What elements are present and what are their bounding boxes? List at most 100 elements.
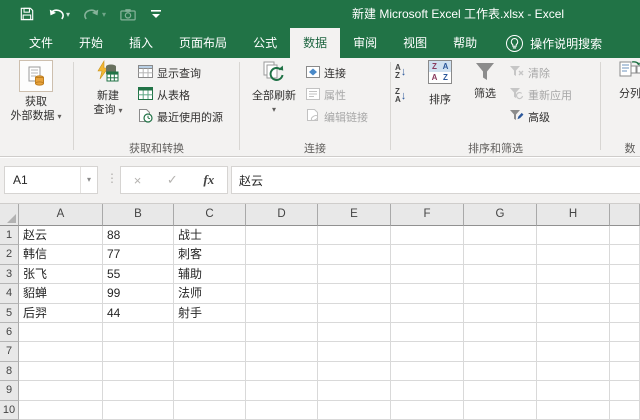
cell-B7[interactable] xyxy=(103,342,174,362)
cell-B2[interactable]: 77 xyxy=(103,245,174,265)
cell-G4[interactable] xyxy=(464,284,537,304)
cell-A8[interactable] xyxy=(19,361,103,382)
cell-H3[interactable] xyxy=(537,264,610,285)
row-header-1[interactable]: 1 xyxy=(0,226,19,246)
tab-help[interactable]: 帮助 xyxy=(440,28,490,58)
cell-D2[interactable] xyxy=(246,245,318,265)
cell-E9[interactable] xyxy=(318,381,391,401)
cell-H6[interactable] xyxy=(537,322,610,343)
cell-partial-10[interactable] xyxy=(610,400,640,420)
formula-bar-resize-handle[interactable]: ⋮ xyxy=(106,171,118,185)
cell-G5[interactable] xyxy=(464,303,537,323)
cell-G3[interactable] xyxy=(464,264,537,285)
row-header-2[interactable]: 2 xyxy=(0,245,19,265)
cell-G1[interactable] xyxy=(464,226,537,246)
new-query-button[interactable]: 新建 查询 ▾ xyxy=(82,60,134,118)
column-header-G[interactable]: G xyxy=(464,204,537,226)
cell-D6[interactable] xyxy=(246,322,318,343)
cell-partial-8[interactable] xyxy=(610,361,640,382)
sort-descending-button[interactable]: Z A ↓ xyxy=(395,88,406,104)
cell-partial-3[interactable] xyxy=(610,264,640,285)
cell-H1[interactable] xyxy=(537,226,610,246)
cell-C9[interactable] xyxy=(174,381,246,401)
cell-H2[interactable] xyxy=(537,245,610,265)
cell-H4[interactable] xyxy=(537,284,610,304)
formula-input[interactable]: 赵云 xyxy=(231,166,640,194)
cell-H9[interactable] xyxy=(537,381,610,401)
cell-E7[interactable] xyxy=(318,342,391,362)
select-all-corner[interactable] xyxy=(0,204,19,226)
sort-ascending-button[interactable]: A Z ↓ xyxy=(395,64,406,80)
cell-F9[interactable] xyxy=(391,381,464,401)
cell-partial-6[interactable] xyxy=(610,322,640,343)
cell-C5[interactable]: 射手 xyxy=(174,303,246,323)
cell-E8[interactable] xyxy=(318,361,391,382)
tab-view[interactable]: 视图 xyxy=(390,28,440,58)
cell-G9[interactable] xyxy=(464,381,537,401)
cell-C3[interactable]: 辅助 xyxy=(174,264,246,285)
cell-B4[interactable]: 99 xyxy=(103,284,174,304)
cell-A7[interactable] xyxy=(19,342,103,362)
cell-E6[interactable] xyxy=(318,322,391,343)
tab-file[interactable]: 文件 xyxy=(16,28,66,58)
column-header-B[interactable]: B xyxy=(103,204,174,226)
column-header-partial[interactable] xyxy=(610,204,640,226)
cell-C1[interactable]: 战士 xyxy=(174,226,246,246)
cell-A2[interactable]: 韩信 xyxy=(19,245,103,265)
cell-B8[interactable] xyxy=(103,361,174,382)
cell-B10[interactable] xyxy=(103,400,174,420)
undo-icon[interactable]: ▾ xyxy=(48,4,70,24)
cell-B6[interactable] xyxy=(103,322,174,343)
cell-A4[interactable]: 貂蝉 xyxy=(19,284,103,304)
insert-function-icon[interactable]: fx xyxy=(203,172,214,188)
tab-insert[interactable]: 插入 xyxy=(116,28,166,58)
cell-E2[interactable] xyxy=(318,245,391,265)
text-to-columns-button[interactable]: 分列 xyxy=(608,60,640,101)
column-header-F[interactable]: F xyxy=(391,204,464,226)
column-header-H[interactable]: H xyxy=(537,204,610,226)
cell-F4[interactable] xyxy=(391,284,464,304)
row-header-9[interactable]: 9 xyxy=(0,381,19,401)
cell-partial-2[interactable] xyxy=(610,245,640,265)
cell-A3[interactable]: 张飞 xyxy=(19,264,103,285)
row-header-8[interactable]: 8 xyxy=(0,361,19,382)
cell-F8[interactable] xyxy=(391,361,464,382)
cell-D9[interactable] xyxy=(246,381,318,401)
cell-F3[interactable] xyxy=(391,264,464,285)
cell-D7[interactable] xyxy=(246,342,318,362)
row-header-4[interactable]: 4 xyxy=(0,284,19,304)
cell-H7[interactable] xyxy=(537,342,610,362)
cell-G8[interactable] xyxy=(464,361,537,382)
cell-A1[interactable]: 赵云 xyxy=(19,226,103,246)
cell-F7[interactable] xyxy=(391,342,464,362)
filter-button[interactable]: 筛选 xyxy=(465,60,505,101)
cell-D1[interactable] xyxy=(246,226,318,246)
cell-B3[interactable]: 55 xyxy=(103,264,174,285)
show-queries-button[interactable]: 显示查询 xyxy=(138,62,223,84)
cell-G2[interactable] xyxy=(464,245,537,265)
cell-C6[interactable] xyxy=(174,322,246,343)
refresh-all-button[interactable]: 全部刷新 ▾ xyxy=(245,60,303,117)
cell-E1[interactable] xyxy=(318,226,391,246)
cell-C7[interactable] xyxy=(174,342,246,362)
column-header-D[interactable]: D xyxy=(246,204,318,226)
tab-data[interactable]: 数据 xyxy=(290,28,341,58)
cell-F2[interactable] xyxy=(391,245,464,265)
cell-A9[interactable] xyxy=(19,381,103,401)
name-box-dropdown-caret[interactable]: ▾ xyxy=(79,167,97,193)
cell-partial-5[interactable] xyxy=(610,303,640,323)
cell-G10[interactable] xyxy=(464,400,537,420)
undo-dropdown-caret[interactable]: ▾ xyxy=(66,10,70,19)
cell-A10[interactable] xyxy=(19,400,103,420)
column-header-C[interactable]: C xyxy=(174,204,246,226)
cell-partial-9[interactable] xyxy=(610,381,640,401)
cell-E5[interactable] xyxy=(318,303,391,323)
tab-review[interactable]: 审阅 xyxy=(340,28,390,58)
get-external-data-button[interactable]: 获取 外部数据 ▾ xyxy=(4,60,68,124)
recent-sources-button[interactable]: 最近使用的源 xyxy=(138,106,223,128)
tab-formulas[interactable]: 公式 xyxy=(240,28,290,58)
cell-F10[interactable] xyxy=(391,400,464,420)
cell-B1[interactable]: 88 xyxy=(103,226,174,246)
cell-C4[interactable]: 法师 xyxy=(174,284,246,304)
row-header-7[interactable]: 7 xyxy=(0,342,19,362)
